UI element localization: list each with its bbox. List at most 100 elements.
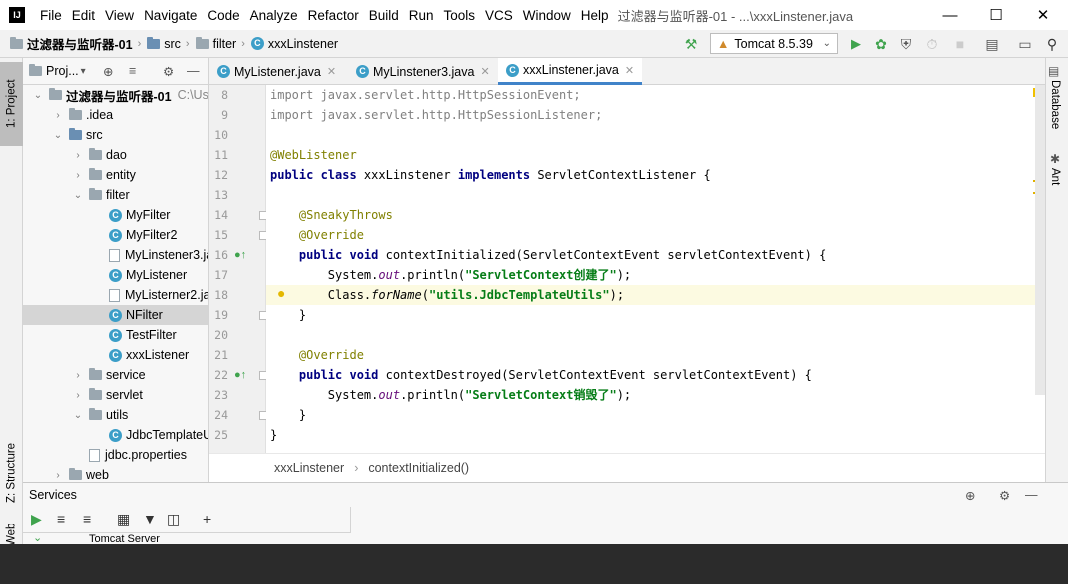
tree-item-src[interactable]: ⌄ src [51, 125, 103, 145]
code-line[interactable]: @Override [270, 225, 364, 245]
tree-item-testfilter[interactable]: C TestFilter [91, 325, 177, 345]
project-view-selector[interactable]: Proj... [46, 64, 79, 78]
run-icon[interactable]: ▶ [31, 511, 42, 528]
menu-tools[interactable]: Tools [439, 8, 481, 23]
group-icon[interactable]: ▦ [117, 511, 130, 528]
code-line[interactable]: public void contextDestroyed(ServletCont… [270, 365, 812, 385]
tree-item-service[interactable]: › service [71, 365, 146, 385]
close-tab-icon[interactable]: ✕ [327, 65, 336, 78]
code-line[interactable]: } [270, 425, 277, 445]
code-line[interactable]: import javax.servlet.http.HttpSessionLis… [270, 105, 602, 125]
hide-icon[interactable]: — [1025, 488, 1038, 502]
code-line[interactable]: @WebListener [270, 145, 357, 165]
tree-expand-arrow-icon[interactable]: › [71, 390, 85, 401]
tree-expand-arrow-icon[interactable]: ⌄ [71, 190, 85, 201]
gear-icon[interactable]: ⚙ [163, 64, 174, 79]
tree-item-xxxlistener[interactable]: CxxxListener [91, 345, 189, 365]
profile-icon[interactable]: ⏱ [922, 30, 942, 58]
stop-icon[interactable]: ■ [950, 30, 970, 58]
tree-item-filter[interactable]: ⌄ filter [71, 185, 130, 205]
menu-window[interactable]: Window [518, 8, 576, 23]
gear-icon[interactable]: ⚙ [999, 488, 1010, 503]
coverage-icon[interactable]: ⛨ [896, 30, 916, 58]
project-structure-icon[interactable]: ▤ [982, 30, 1002, 58]
code-line[interactable]: @Override [270, 345, 364, 365]
tab-database[interactable]: Database [1049, 80, 1061, 129]
code-line[interactable]: Class.forName("utils.JdbcTemplateUtils")… [270, 285, 624, 305]
tab-mylinstener3-java[interactable]: C MyLinstener3.java ✕ [348, 58, 498, 85]
breadcrumb-class[interactable]: C xxxLinstener [250, 37, 338, 51]
new-tab-icon[interactable]: ◫ [167, 511, 180, 528]
tree-expand-arrow-icon[interactable]: ⌄ [71, 410, 85, 421]
menu-refactor[interactable]: Refactor [303, 8, 364, 23]
tab-web[interactable]: Web [0, 524, 23, 544]
collapse-all-icon[interactable]: ≡ [83, 511, 91, 527]
breadcrumb-src[interactable]: src › [147, 36, 190, 51]
menu-navigate[interactable]: Navigate [139, 8, 202, 23]
maximize-icon[interactable]: ☐ [973, 0, 1019, 30]
tree-item-mylisterner2-java[interactable]: MyListerner2.java [91, 285, 208, 305]
tree-expand-arrow-icon[interactable]: › [71, 150, 85, 161]
tree-item-entity[interactable]: › entity [71, 165, 136, 185]
intention-bulb-icon[interactable]: ● [277, 285, 285, 301]
menu-help[interactable]: Help [576, 8, 614, 23]
tab-structure[interactable]: Z: Structure [0, 430, 23, 516]
menu-run[interactable]: Run [404, 8, 439, 23]
override-marker-icon[interactable]: ●↑ [234, 369, 246, 381]
code-line[interactable]: } [270, 305, 306, 325]
tree-item-mylinstener3-java[interactable]: MyLinstener3.java [91, 245, 208, 265]
run-configuration-dropdown[interactable]: ▲ Tomcat 8.5.39 ⌄ [710, 33, 838, 54]
tab-xxxlinstener-java[interactable]: CxxxLinstener.java ✕ [498, 58, 643, 85]
tree-item-jdbc-properties[interactable]: jdbc.properties [71, 445, 187, 465]
tree-item-myfilter[interactable]: C MyFilter [91, 205, 170, 225]
tree-item-web[interactable]: › web [51, 465, 109, 482]
expand-arrow-icon[interactable]: ⌄ [33, 533, 42, 544]
terminal-icon[interactable]: ▭ [1015, 30, 1035, 58]
locate-icon[interactable]: ⊕ [103, 64, 113, 79]
debug-icon[interactable]: ✿ [871, 30, 891, 58]
collapse-all-icon[interactable]: ≡ [129, 64, 136, 78]
tree-item-mylistener[interactable]: C MyListener [91, 265, 187, 285]
close-tab-icon[interactable]: ✕ [480, 65, 489, 78]
tree-expand-arrow-icon[interactable]: ⌄ [51, 130, 65, 141]
tree-item--idea[interactable]: › .idea [51, 105, 113, 125]
tree-item-nfilter[interactable]: C NFilter [23, 305, 208, 325]
tree-expand-arrow-icon[interactable]: › [51, 470, 65, 481]
code-line[interactable]: System.out.println("ServletContext创建了"); [270, 265, 631, 285]
tree-expand-arrow-icon[interactable]: › [71, 370, 85, 381]
hide-icon[interactable]: — [187, 64, 200, 78]
tab-ant[interactable]: Ant [1049, 168, 1061, 185]
editor-scrollbar[interactable] [1035, 85, 1045, 395]
breadcrumb-filter[interactable]: filter › [195, 36, 245, 51]
code-editor[interactable]: import javax.servlet.http.HttpSessionEve… [266, 85, 1045, 453]
menu-build[interactable]: Build [364, 8, 404, 23]
tree-item-servlet[interactable]: › servlet [71, 385, 143, 405]
menu-code[interactable]: Code [202, 8, 244, 23]
code-line[interactable]: public void contextInitialized(ServletCo… [270, 245, 826, 265]
breadcrumb-project[interactable]: 过滤器与监听器-01 › [10, 34, 141, 53]
menu-view[interactable]: View [100, 8, 139, 23]
tree-expand-arrow-icon[interactable]: › [71, 170, 85, 181]
close-tab-icon[interactable]: ✕ [625, 64, 634, 77]
code-line[interactable]: public class xxxLinstener implements Ser… [270, 165, 711, 185]
expand-all-icon[interactable]: ≡ [57, 511, 65, 527]
tab-project[interactable]: 1: Project [0, 62, 23, 146]
tab-mylistener-java[interactable]: C MyListener.java ✕ [209, 58, 344, 85]
tree-item-jdbctemplateutil[interactable]: C JdbcTemplateUtil [91, 425, 208, 445]
search-icon[interactable]: ⚲ [1042, 30, 1062, 58]
editor-breadcrumb-method[interactable]: contextInitialized() [368, 461, 469, 475]
override-marker-icon[interactable]: ●↑ [234, 249, 246, 261]
tree-item-dao[interactable]: › dao [71, 145, 127, 165]
filter-icon[interactable]: ▼ [143, 511, 157, 527]
tree-expand-arrow-icon[interactable]: › [51, 110, 65, 121]
menu-analyze[interactable]: Analyze [245, 8, 303, 23]
code-line[interactable]: System.out.println("ServletContext销毁了"); [270, 385, 631, 405]
add-icon[interactable]: + [203, 511, 211, 527]
tree-root[interactable]: ⌄ 过滤器与监听器-01 C:\Users\ [31, 85, 208, 105]
globe-icon[interactable]: ⊕ [965, 488, 975, 503]
code-line[interactable]: import javax.servlet.http.HttpSessionEve… [270, 85, 581, 105]
minimize-icon[interactable]: — [927, 0, 973, 30]
tree-item-utils[interactable]: ⌄ utils [71, 405, 128, 425]
close-icon[interactable]: ✕ [1020, 0, 1066, 30]
build-hammer-icon[interactable]: ⚒ [680, 30, 702, 58]
